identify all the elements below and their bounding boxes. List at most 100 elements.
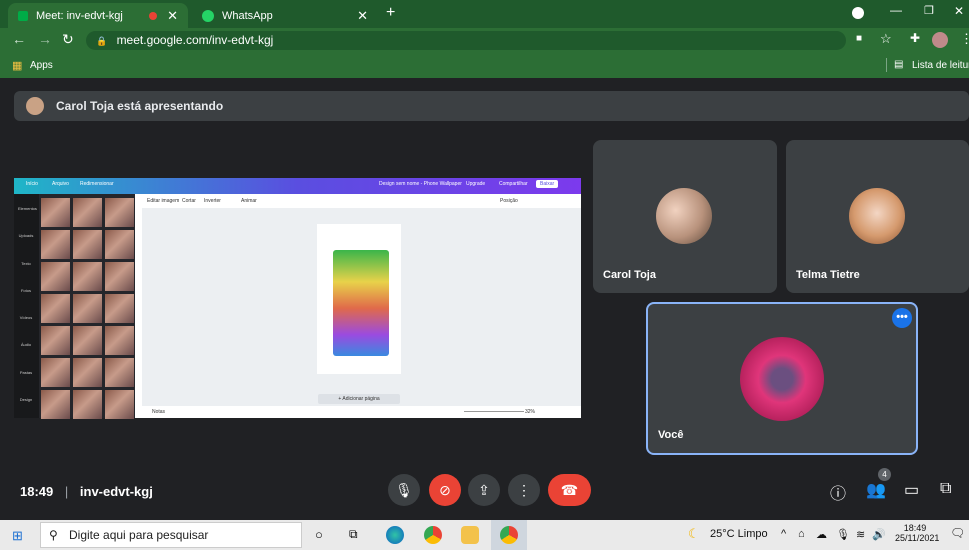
photo-thumb <box>73 390 102 419</box>
present-icon: ⇪ <box>478 481 490 498</box>
reload-icon[interactable]: ↻ <box>62 31 74 48</box>
profile-dot-icon[interactable] <box>852 7 864 19</box>
search-placeholder: Digite aqui para pesquisar <box>69 528 209 542</box>
tab-meet[interactable]: Meet: inv-edvt-kgj ✕ <box>8 3 188 28</box>
photo-grid <box>41 198 134 419</box>
forward-icon[interactable]: → <box>38 31 52 47</box>
camera-off-icon: ⊘ <box>439 481 451 498</box>
browser-tabbar: Meet: inv-edvt-kgj ✕ WhatsApp ✕ + — ❐ ✕ <box>0 0 969 28</box>
participant-name: Carol Toja <box>603 269 656 281</box>
mic-button[interactable]: 🎙 <box>388 474 420 506</box>
canva-footer: Notas 32% <box>142 406 581 418</box>
extensions-icon[interactable]: ✚ <box>910 31 920 45</box>
avatar[interactable] <box>932 32 948 48</box>
divider <box>886 58 887 72</box>
canva-sidebar: Elementos Uploads Texto Fotos Vídeos Áud… <box>14 194 39 418</box>
avatar <box>26 97 44 115</box>
photo-thumb <box>105 198 134 227</box>
tray-arrow-icon[interactable]: ^ <box>781 528 786 540</box>
photo-thumb <box>73 326 102 355</box>
photo-thumb <box>41 294 70 323</box>
present-button[interactable]: ⇪ <box>468 474 500 506</box>
weather-text[interactable]: 25°C Limpo <box>710 528 768 540</box>
tray-time: 18:49 <box>903 523 927 533</box>
photo-thumb <box>105 230 134 259</box>
photo-thumb <box>105 326 134 355</box>
camera-icon[interactable]: ■ <box>856 33 862 44</box>
tray-device-icon: ⌂ <box>798 528 805 540</box>
reading-list[interactable]: Lista de leitura <box>912 60 969 71</box>
url-text: meet.google.com/inv-edvt-kgj <box>116 33 274 47</box>
canva-editor: Editar imagem Cortar Inverter Animar Pos… <box>142 194 581 418</box>
more-options-button[interactable]: ••• <box>892 308 912 328</box>
meet-stage: Carol Toja está apresentando Início Arqu… <box>0 78 969 520</box>
canva-file: Arquivo <box>52 181 69 187</box>
canva-zoom: 32% <box>525 409 536 415</box>
tray-clock[interactable]: 18:49 25/11/2021 <box>895 523 939 543</box>
participant-tile[interactable]: Carol Toja <box>593 140 777 293</box>
close-window-icon[interactable]: ✕ <box>954 4 964 18</box>
gradient-photo <box>333 250 389 356</box>
cortana-icon[interactable]: ○ <box>315 527 323 542</box>
participant-tile[interactable]: Telma Tietre <box>786 140 969 293</box>
canva-side-item: Vídeos <box>19 315 33 321</box>
avatar <box>740 337 824 421</box>
more-button[interactable]: ⋮ <box>508 474 540 506</box>
file-explorer-icon[interactable] <box>461 526 479 544</box>
canva-notes: Notas <box>152 409 166 415</box>
star-icon[interactable]: ☆ <box>880 31 892 47</box>
taskbar-search[interactable]: ⚲ Digite aqui para pesquisar <box>40 522 302 548</box>
new-tab-button[interactable]: + <box>386 4 395 22</box>
canva-resize: Redimensionar <box>80 181 114 187</box>
avatar <box>849 188 905 244</box>
weather-icon: ☾ <box>688 526 700 541</box>
photo-thumb <box>105 262 134 291</box>
recording-dot-icon <box>149 11 158 20</box>
edge-icon[interactable] <box>386 526 404 544</box>
address-bar[interactable]: 🔒 meet.google.com/inv-edvt-kgj <box>86 31 846 50</box>
chrome-icon[interactable] <box>500 526 518 544</box>
wifi-icon: ≋ <box>856 529 866 541</box>
back-icon[interactable]: ← <box>12 31 26 47</box>
canva-side-item: Pastas <box>19 369 33 375</box>
participant-name: Você <box>658 429 684 441</box>
info-icon[interactable]: ⓘ <box>830 480 846 504</box>
windows-start-icon[interactable]: ⊞ <box>12 528 23 544</box>
minimize-icon[interactable]: — <box>890 3 902 17</box>
canva-download: Baixar <box>536 180 559 188</box>
photo-thumb <box>41 262 70 291</box>
canva-share: Compartilhar <box>499 181 528 187</box>
tab-whatsapp[interactable]: WhatsApp ✕ <box>192 3 378 28</box>
menu-icon[interactable]: ⋮ <box>960 31 969 47</box>
restore-icon[interactable]: ❐ <box>924 4 934 17</box>
browser-toolbar: ← → ↻ 🔒 meet.google.com/inv-edvt-kgj ■ ☆… <box>0 28 969 53</box>
close-tab-icon[interactable]: ✕ <box>357 8 368 24</box>
canva-page <box>317 224 401 374</box>
canva-side-item: Design <box>19 396 33 402</box>
bookmark-apps[interactable]: Apps <box>30 60 53 71</box>
camera-off-button[interactable]: ⊘ <box>429 474 461 506</box>
canva-side-item: Áudio <box>20 342 32 348</box>
chrome-icon[interactable] <box>424 526 442 544</box>
photo-thumb <box>41 358 70 387</box>
meeting-time: 18:49 <box>20 484 54 499</box>
close-tab-icon[interactable]: ✕ <box>167 8 178 24</box>
mic-tray-icon: 🎙 <box>836 529 850 541</box>
people-icon[interactable]: 👥 <box>866 480 886 500</box>
task-view-icon[interactable]: ⧉ <box>349 527 358 542</box>
lock-icon: 🔒 <box>96 36 108 46</box>
photo-thumb <box>73 294 102 323</box>
notification-icon[interactable]: 🗨 <box>950 526 965 540</box>
chat-icon[interactable]: ▭ <box>904 480 919 500</box>
self-tile[interactable]: ••• Você <box>646 302 918 455</box>
shared-screen[interactable]: Início Arquivo Redimensionar Design sem … <box>14 178 581 419</box>
phone-hangup-icon: ☎ <box>560 481 579 498</box>
activities-icon[interactable]: ⧉ <box>940 480 951 498</box>
more-vert-icon: ⋮ <box>517 481 531 498</box>
canva-add-page: + Adicionar página <box>318 394 400 404</box>
tab-meet-label: Meet: inv-edvt-kgj <box>36 9 123 22</box>
presenting-banner: Carol Toja está apresentando <box>14 91 969 121</box>
volume-icon: 🔊 <box>872 529 886 541</box>
leave-call-button[interactable]: ☎ <box>548 474 591 506</box>
photo-thumb <box>41 326 70 355</box>
